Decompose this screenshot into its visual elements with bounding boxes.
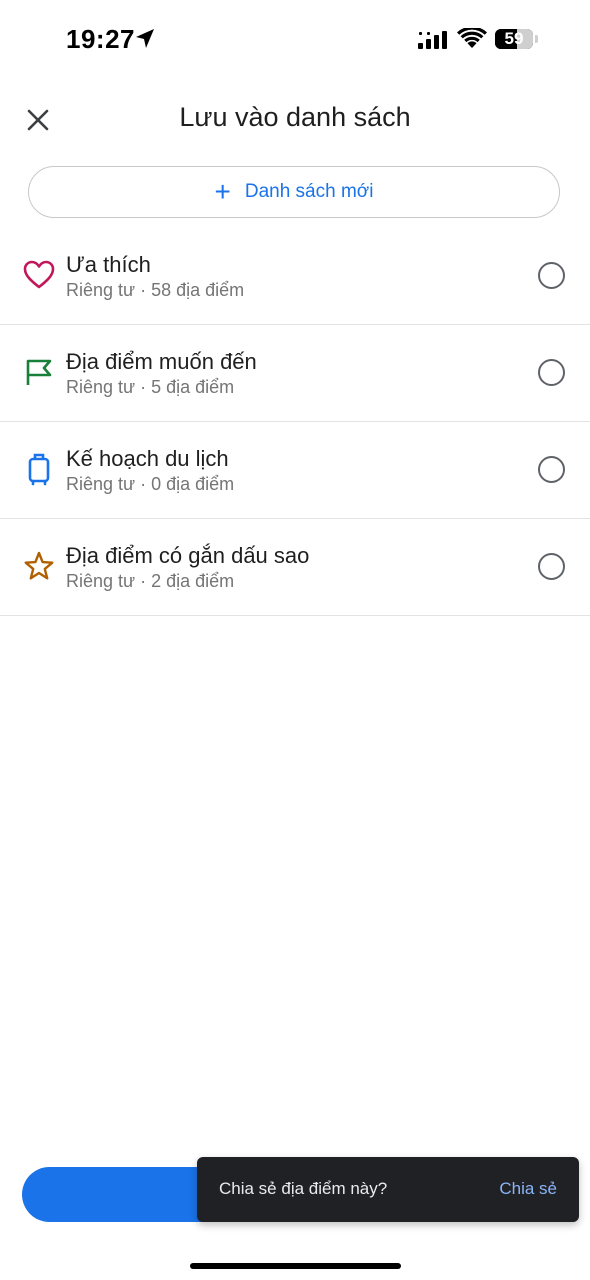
share-snackbar: Chia sẻ địa điểm này? Chia sẻ bbox=[197, 1157, 579, 1222]
cellular-signal-icon bbox=[418, 31, 447, 49]
list-select-radio[interactable] bbox=[538, 456, 565, 483]
suitcase-icon bbox=[28, 453, 50, 486]
list-subtitle: Riêng tư · 5 địa điểm bbox=[66, 377, 235, 397]
status-time: 19:27 bbox=[66, 24, 135, 54]
star-icon bbox=[24, 551, 54, 580]
plus-icon: + bbox=[214, 176, 231, 207]
list-item-want-to-go[interactable]: Địa điểm muốn đến Riêng tư · 5 địa điểm bbox=[0, 325, 590, 422]
status-bar: 19:27 59 bbox=[0, 0, 590, 80]
list-title: Địa điểm có gắn dấu sao bbox=[66, 543, 310, 568]
list-subtitle: Riêng tư · 2 địa điểm bbox=[66, 571, 235, 591]
list-select-radio[interactable] bbox=[538, 262, 565, 289]
list-subtitle: Riêng tư · 58 địa điểm bbox=[66, 280, 245, 300]
save-to-list-screen: 19:27 59 Lưu vào danh sách + Danh sách m… bbox=[0, 0, 590, 1280]
location-arrow-icon bbox=[136, 29, 154, 48]
new-list-label: Danh sách mới bbox=[244, 181, 374, 202]
list-select-radio[interactable] bbox=[538, 359, 565, 386]
new-list-button[interactable]: + Danh sách mới bbox=[28, 166, 560, 218]
list-title: Ưa thích bbox=[66, 252, 151, 277]
page-title: Lưu vào danh sách bbox=[179, 102, 411, 132]
snackbar-share-button[interactable]: Chia sẻ bbox=[499, 1179, 557, 1199]
list-item-travel-plans[interactable]: Kế hoạch du lịch Riêng tư · 0 địa điểm bbox=[0, 422, 590, 519]
battery-icon: 59 bbox=[495, 29, 533, 49]
list-item-favorites[interactable]: Ưa thích Riêng tư · 58 địa điểm bbox=[0, 228, 590, 325]
list-subtitle: Riêng tư · 0 địa điểm bbox=[66, 474, 235, 494]
battery-cap bbox=[535, 35, 538, 43]
flag-icon bbox=[26, 359, 52, 385]
list-title: Địa điểm muốn đến bbox=[66, 349, 257, 374]
heart-icon bbox=[23, 260, 55, 289]
home-indicator[interactable] bbox=[190, 1263, 401, 1269]
battery-percentage: 59 bbox=[504, 29, 524, 48]
snackbar-message: Chia sẻ địa điểm này? bbox=[219, 1179, 388, 1198]
list-select-radio[interactable] bbox=[538, 553, 565, 580]
list-item-starred-places[interactable]: Địa điểm có gắn dấu sao Riêng tư · 2 địa… bbox=[0, 519, 590, 616]
wifi-icon bbox=[457, 28, 487, 48]
saved-lists: Ưa thích Riêng tư · 58 địa điểm Địa điểm… bbox=[0, 228, 590, 616]
list-title: Kế hoạch du lịch bbox=[66, 446, 229, 471]
